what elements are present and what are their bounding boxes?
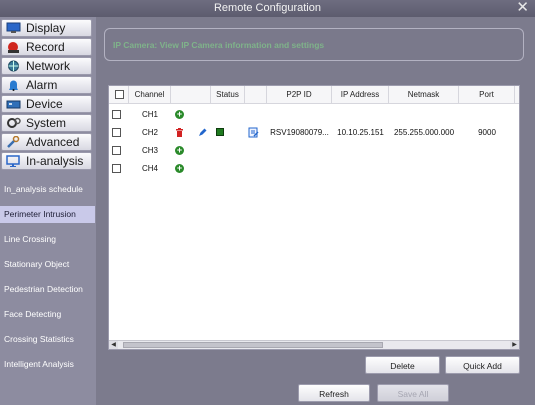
channel-cell: CH4 [141, 164, 158, 173]
horizontal-scrollbar[interactable]: ◀ ▶ [109, 340, 519, 349]
nav-advanced[interactable]: Advanced [1, 133, 92, 151]
column-header-channel[interactable]: Channel [129, 86, 171, 104]
column-header-actions [171, 86, 211, 104]
camera-table: Channel Status P2P ID IP Address Netmask… [108, 85, 520, 350]
column-header-edit [245, 86, 267, 104]
table-row[interactable]: CH2 RSV19080079... 10.10.25.151 255.255.… [109, 124, 519, 142]
nav-label: Alarm [26, 78, 58, 92]
gear-icon [7, 117, 21, 128]
port-cell: 9000 [478, 128, 496, 137]
nav-label: Record [26, 40, 65, 54]
save-all-button: Save All [377, 384, 449, 402]
status-icon [216, 128, 224, 136]
ip-address-cell: 10.10.25.151 [337, 128, 384, 137]
edit-settings-icon[interactable] [248, 127, 259, 138]
nav-label: Advanced [26, 135, 80, 149]
record-icon [8, 42, 19, 53]
delete-icon[interactable] [175, 128, 184, 138]
p2p-id-cell: RSV19080079... [270, 128, 329, 137]
row-checkbox[interactable] [112, 164, 121, 173]
add-camera-icon[interactable]: + [175, 146, 184, 155]
section-header: IP Camera: View IP Camera information an… [104, 28, 524, 61]
subitem-line-crossing[interactable]: Line Crossing [0, 231, 95, 248]
section-title: IP Camera: View IP Camera information an… [113, 40, 325, 50]
edit-icon[interactable] [198, 128, 207, 137]
add-camera-icon[interactable]: + [175, 164, 184, 173]
subitem-crossing-statistics[interactable]: Crossing Statistics [0, 331, 95, 348]
subitem-pedestrian-detection[interactable]: Pedestrian Detection [0, 281, 95, 298]
row-checkbox[interactable] [112, 110, 121, 119]
nav-label: In-analysis [26, 154, 84, 168]
column-header-status[interactable]: Status [211, 86, 245, 104]
nav-device[interactable]: Device [1, 95, 92, 113]
monitor-icon [6, 22, 21, 33]
camera-monitor-icon [6, 155, 20, 167]
netmask-cell: 255.255.000.000 [393, 128, 455, 137]
nav-record[interactable]: Record [1, 38, 92, 56]
device-icon [6, 100, 21, 109]
wrench-icon [7, 136, 20, 148]
row-checkbox[interactable] [112, 146, 121, 155]
header-select-cell [109, 86, 129, 104]
subitem-face-detecting[interactable]: Face Detecting [0, 306, 95, 323]
scrollbar-thumb[interactable] [123, 342, 383, 348]
channel-cell: CH1 [141, 110, 158, 119]
column-header-ip-address[interactable]: IP Address [332, 86, 389, 104]
subitem-in-analysis-schedule[interactable]: In_analysis schedule [0, 181, 95, 198]
table-row[interactable]: CH1 + [109, 106, 519, 124]
close-icon[interactable]: ✕ [516, 0, 529, 16]
scroll-right-arrow[interactable]: ▶ [510, 341, 519, 349]
nav-in-analysis[interactable]: In-analysis [1, 152, 92, 170]
nav-label: System [26, 116, 67, 130]
window-title: Remote Configuration [213, 2, 321, 14]
refresh-button[interactable]: Refresh [298, 384, 370, 402]
channel-cell: CH3 [141, 146, 158, 155]
row-checkbox[interactable] [112, 128, 121, 137]
delete-button[interactable]: Delete [365, 356, 440, 374]
column-header-port[interactable]: Port [459, 86, 515, 104]
channel-cell: CH2 [141, 128, 158, 137]
nav-system[interactable]: System [1, 114, 92, 132]
sidebar: Display Record Network Alarm Device Syst… [0, 17, 96, 405]
table-header: Channel Status P2P ID IP Address Netmask… [109, 86, 519, 104]
add-camera-icon[interactable]: + [175, 110, 184, 119]
nav-label: Device [26, 97, 63, 111]
network-icon [8, 60, 19, 72]
quick-add-button[interactable]: Quick Add [445, 356, 520, 374]
column-header-p2p-id[interactable]: P2P ID [267, 86, 332, 104]
nav-label: Display [26, 21, 66, 35]
nav-label: Network [26, 59, 71, 73]
subitem-perimeter-intrusion[interactable]: Perimeter Intrusion [0, 206, 95, 223]
subitem-intelligent-analysis[interactable]: Intelligent Analysis [0, 356, 95, 373]
nav-network[interactable]: Network [1, 57, 92, 75]
nav-alarm[interactable]: Alarm [1, 76, 92, 94]
table-row[interactable]: CH4 + [109, 160, 519, 178]
select-all-checkbox[interactable] [115, 90, 124, 99]
scroll-left-arrow[interactable]: ◀ [109, 341, 118, 349]
column-header-netmask[interactable]: Netmask [389, 86, 459, 104]
window-titlebar: Remote Configuration ✕ [0, 0, 535, 17]
subitem-stationary-object[interactable]: Stationary Object [0, 256, 95, 273]
alarm-icon [9, 80, 18, 91]
nav-display[interactable]: Display [1, 19, 92, 37]
table-row[interactable]: CH3 + [109, 142, 519, 160]
